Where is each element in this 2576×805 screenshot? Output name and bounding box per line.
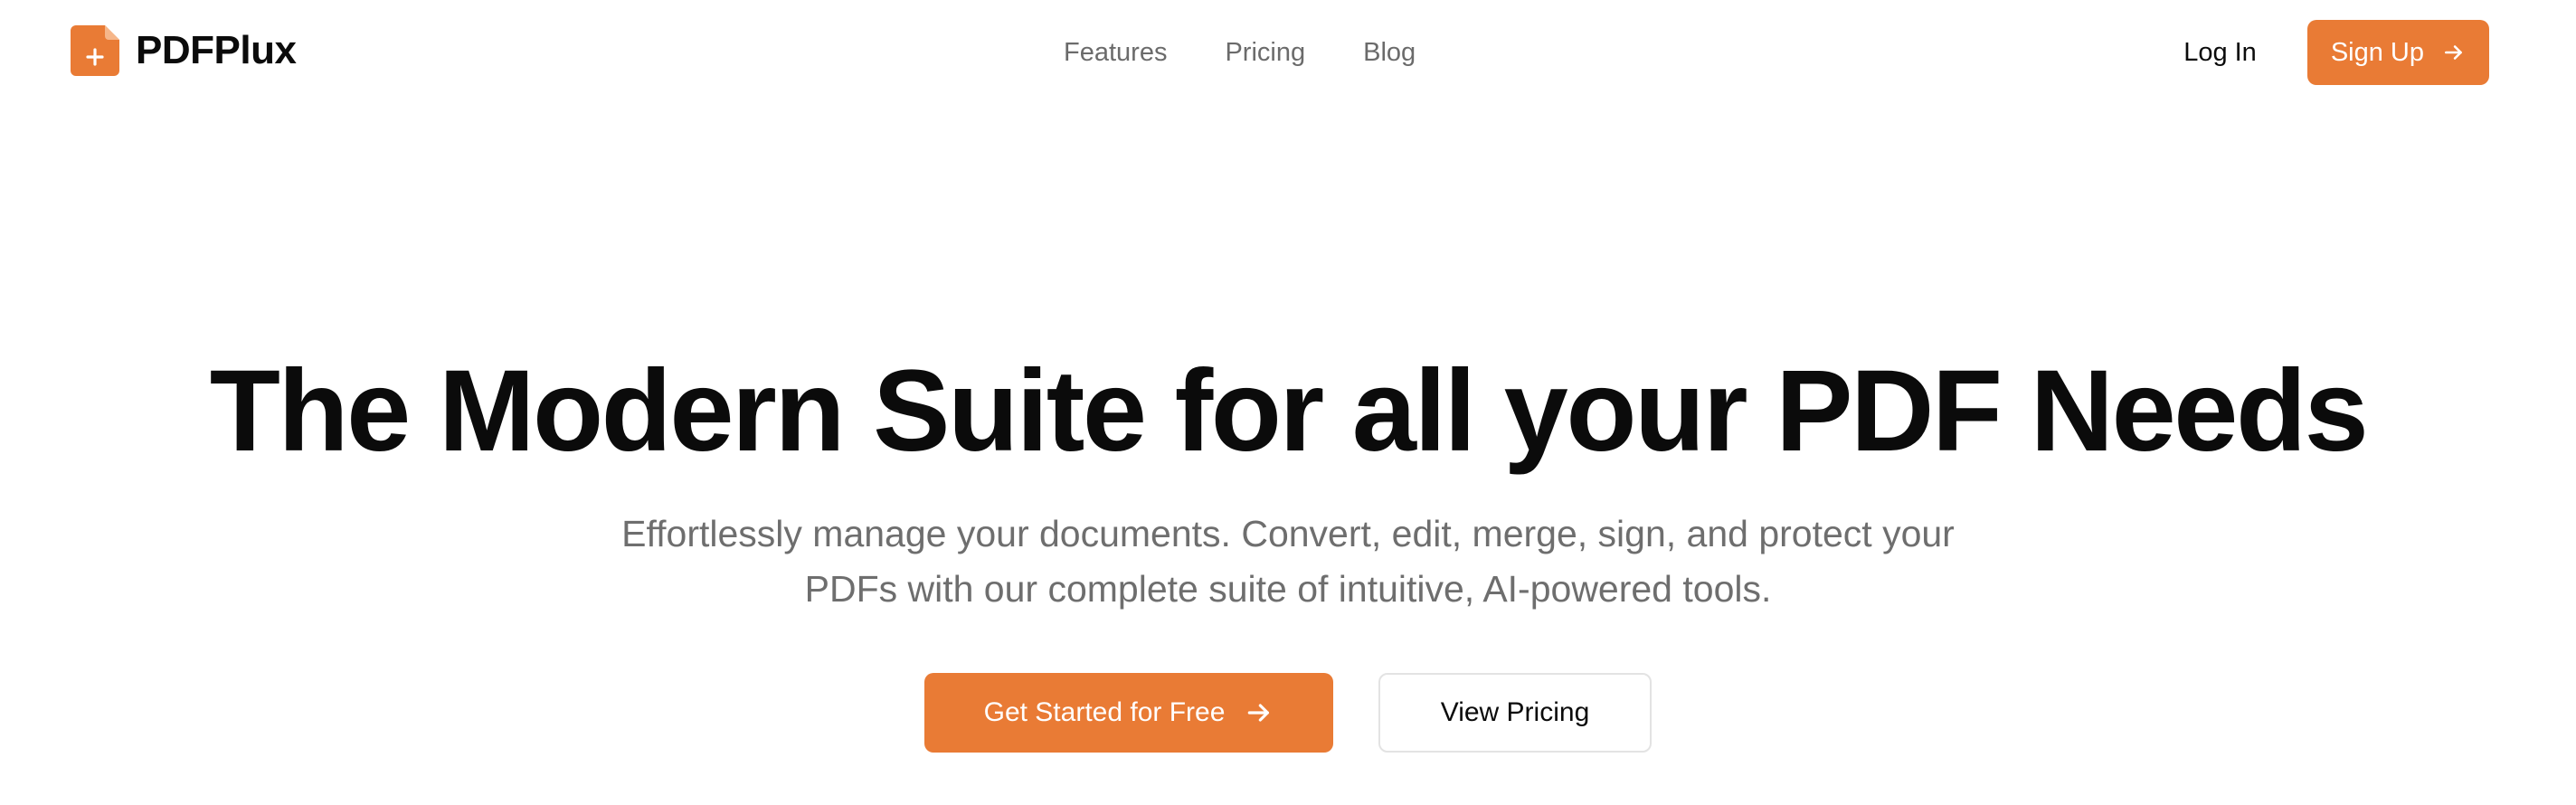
hero-subtitle: Effortlessly manage your documents. Conv…: [621, 513, 1955, 610]
hero-actions: Get Started for Free View Pricing: [0, 673, 2576, 753]
view-pricing-button-label: View Pricing: [1440, 697, 1590, 727]
site-header: PDFPlux Features Pricing Blog Log In Sig…: [0, 0, 2576, 101]
arrow-right-icon: [1248, 704, 1270, 722]
get-started-button-label: Get Started for Free: [983, 697, 1226, 727]
main-nav: Features Pricing Blog: [1064, 34, 1416, 71]
signup-button[interactable]: Sign Up: [2306, 20, 2489, 85]
get-started-button[interactable]: Get Started for Free: [924, 673, 1333, 753]
hero-title: The Modern Suite for all your PDF Needs: [209, 346, 2369, 476]
nav-link-blog[interactable]: Blog: [1363, 34, 1416, 71]
arrow-right-icon: [2445, 45, 2462, 60]
login-link[interactable]: Log In: [2183, 38, 2257, 68]
hero-section: The Modern Suite for all your PDF Needs …: [0, 344, 2576, 753]
landing-page: PDFPlux Features Pricing Blog Log In Sig…: [0, 0, 2576, 805]
brand-logo-link[interactable]: PDFPlux: [71, 25, 297, 76]
nav-link-features[interactable]: Features: [1064, 34, 1167, 71]
brand-name: PDFPlux: [136, 28, 297, 72]
header-actions: Log In Sign Up: [2183, 20, 2489, 85]
view-pricing-button[interactable]: View Pricing: [1378, 673, 1652, 753]
signup-button-label: Sign Up: [2330, 37, 2424, 67]
pdf-plus-icon: [71, 25, 119, 76]
nav-link-pricing[interactable]: Pricing: [1225, 34, 1305, 71]
